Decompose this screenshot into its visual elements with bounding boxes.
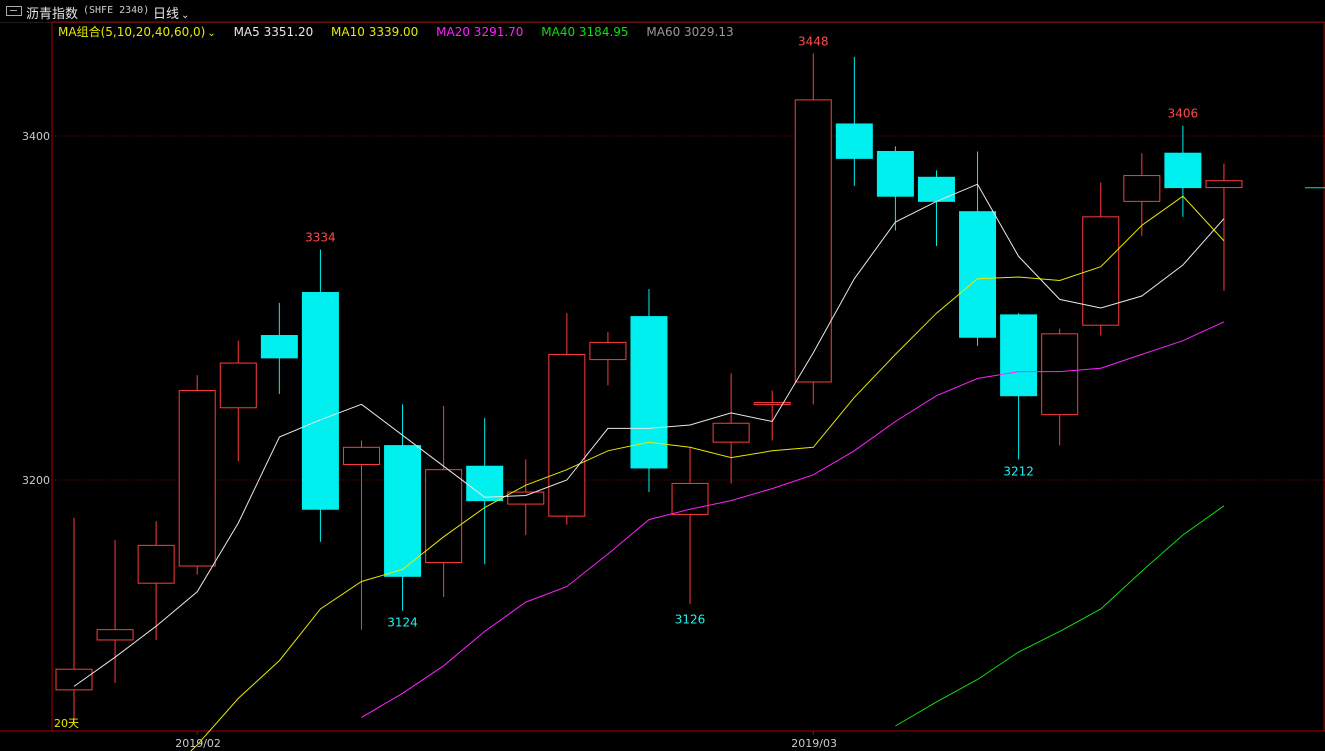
candle-body: [219, 362, 257, 409]
candle-body: [712, 422, 750, 443]
candle-body: [671, 482, 709, 515]
candle-body: [1041, 333, 1079, 416]
extreme-label: 3448: [798, 34, 829, 48]
candle-body: [301, 292, 339, 510]
y-tick-label: 3200: [22, 474, 50, 487]
candle-body: [959, 211, 997, 338]
candle-body: [1205, 180, 1243, 189]
candle-body: [260, 335, 298, 359]
candle-body: [917, 176, 955, 202]
candle-body: [137, 544, 175, 584]
candle-body: [753, 402, 791, 406]
x-tick-label: 2019/03: [791, 737, 837, 750]
candle-body: [384, 445, 422, 577]
candle-body: [835, 123, 873, 159]
candle-body: [1000, 314, 1038, 397]
candle-body: [55, 668, 93, 691]
candle-body: [1164, 152, 1202, 189]
candle-body: [466, 465, 504, 502]
candle-body: [342, 446, 380, 466]
ma40-line: [895, 505, 1225, 727]
candle-body: [507, 491, 545, 505]
candle-body: [178, 390, 216, 567]
candle-body: [1123, 175, 1161, 202]
extreme-label: 3126: [675, 612, 706, 626]
candle-body: [589, 341, 627, 361]
extreme-label: 3406: [1168, 107, 1199, 121]
candlestick-chart[interactable]: 320034002019/02 2019/0333343124 3126344832…: [0, 0, 1325, 751]
days-counter-label: 20天: [54, 717, 79, 730]
candle-body: [794, 99, 832, 383]
extreme-label: 3334: [305, 231, 336, 245]
candle-body: [548, 353, 586, 517]
extreme-label: 3212: [1003, 464, 1034, 478]
candle-body: [876, 150, 914, 197]
extreme-label: 3124: [387, 616, 418, 630]
candle-body: [96, 629, 134, 641]
ma20-line: [361, 321, 1225, 718]
y-tick-label: 3400: [22, 130, 50, 143]
candle-body: [425, 469, 463, 564]
